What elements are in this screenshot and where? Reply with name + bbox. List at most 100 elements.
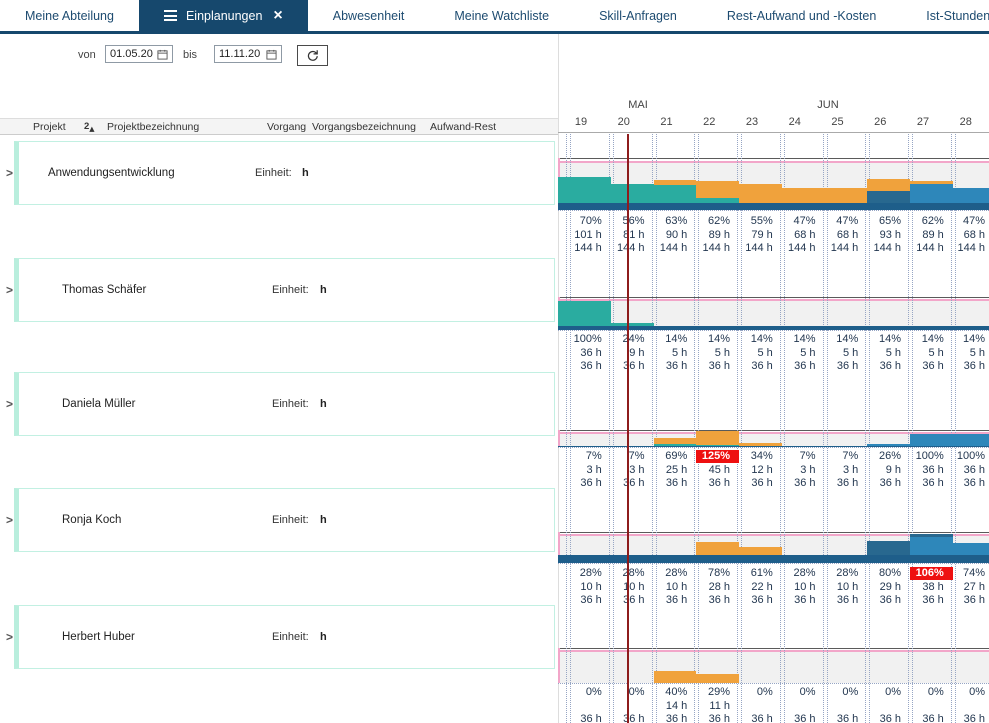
from-date-input[interactable] xyxy=(106,48,156,60)
load-bar-teal[interactable] xyxy=(696,445,739,446)
column-header-projekt[interactable]: Projekt xyxy=(33,121,66,133)
load-bar-blue[interactable] xyxy=(910,537,953,556)
load-bar-navy[interactable] xyxy=(867,446,910,447)
load-bar-orange[interactable] xyxy=(782,188,825,203)
load-bar-orange[interactable] xyxy=(739,184,782,203)
load-bar-navy[interactable] xyxy=(654,203,697,210)
load-bar-navy[interactable] xyxy=(953,555,989,563)
load-bar-orange[interactable] xyxy=(696,674,739,683)
load-bar-orange[interactable] xyxy=(696,181,739,198)
load-bar-navy[interactable] xyxy=(825,203,868,210)
load-bar-blue[interactable] xyxy=(953,543,989,555)
load-bar-blue[interactable] xyxy=(867,444,910,446)
tab-ist-stunden[interactable]: Ist-Stunden xyxy=(901,0,989,31)
load-bar-orange[interactable] xyxy=(739,443,782,447)
expand-chevron-icon[interactable]: > xyxy=(6,630,13,644)
close-tab-icon[interactable]: × xyxy=(273,8,282,24)
expand-chevron-icon[interactable]: > xyxy=(6,283,13,297)
load-bar-navy[interactable] xyxy=(910,203,953,210)
tab-skill-anfragen[interactable]: Skill-Anfragen xyxy=(574,0,702,31)
load-bar-navy[interactable] xyxy=(867,555,910,563)
load-bar-navy[interactable] xyxy=(611,555,654,563)
load-bar-orange[interactable] xyxy=(654,180,697,185)
load-bar-navy[interactable] xyxy=(611,446,654,447)
tab-abwesenheit[interactable]: Abwesenheit xyxy=(308,0,430,31)
load-bar-navy[interactable] xyxy=(910,446,953,447)
load-bar-orange[interactable] xyxy=(739,547,782,556)
to-date-field[interactable] xyxy=(214,45,282,63)
load-bar-navy[interactable] xyxy=(782,203,825,210)
load-bar-orange[interactable] xyxy=(654,438,697,444)
load-bar-navy[interactable] xyxy=(953,326,989,330)
load-bar-navy[interactable] xyxy=(739,446,782,447)
load-bar-navy[interactable] xyxy=(696,326,739,330)
tab-einplanungen[interactable]: Einplanungen× xyxy=(139,0,308,31)
calendar-icon[interactable] xyxy=(157,49,168,60)
load-bar-teal[interactable] xyxy=(558,301,611,326)
load-bar-navy[interactable] xyxy=(696,555,739,563)
load-bar-teal[interactable] xyxy=(611,323,654,326)
sort-indicator[interactable]: 2▴ xyxy=(84,121,89,132)
load-bar-navy[interactable] xyxy=(558,203,611,210)
load-bar-navy[interactable] xyxy=(654,326,697,330)
load-bar-navy[interactable] xyxy=(654,555,697,563)
load-bar-navy[interactable] xyxy=(558,446,611,447)
load-bar-navy[interactable] xyxy=(739,326,782,330)
load-bar-navy[interactable] xyxy=(910,555,953,563)
load-bar-orange[interactable] xyxy=(867,179,910,191)
load-bar-orange[interactable] xyxy=(696,542,739,556)
load-bar-blue[interactable] xyxy=(910,434,953,446)
load-bar-teal[interactable] xyxy=(558,177,611,203)
load-bar-teal[interactable] xyxy=(611,184,654,203)
load-bar-navy[interactable] xyxy=(867,203,910,210)
load-bar-navy[interactable] xyxy=(696,203,739,210)
load-bar-navy[interactable] xyxy=(953,203,989,210)
load-bar-teal[interactable] xyxy=(696,198,739,203)
planned-hours: 5 h xyxy=(953,347,989,360)
column-header-vorgangsbezeichnung[interactable]: Vorgangsbezeichnung xyxy=(312,121,416,133)
load-bar-steel[interactable] xyxy=(910,534,953,536)
load-bar-navy[interactable] xyxy=(739,203,782,210)
menu-icon[interactable] xyxy=(164,10,177,21)
tab-meine-abteilung[interactable]: Meine Abteilung xyxy=(0,0,139,31)
load-bar-navy[interactable] xyxy=(782,446,825,447)
load-bar-navy[interactable] xyxy=(558,326,611,330)
load-bar-navy[interactable] xyxy=(825,555,868,563)
column-header-projektbezeichnung[interactable]: Projektbezeichnung xyxy=(107,121,199,133)
load-bar-navy[interactable] xyxy=(867,326,910,330)
load-bar-navy[interactable] xyxy=(558,555,611,563)
column-header-aufwand-rest[interactable]: Aufwand-Rest xyxy=(430,121,496,133)
load-bar-navy[interactable] xyxy=(654,446,697,447)
load-bar-orange[interactable] xyxy=(910,181,953,184)
load-bar-navy[interactable] xyxy=(696,446,739,447)
load-bar-navy[interactable] xyxy=(910,326,953,330)
load-bar-steel[interactable] xyxy=(867,541,910,555)
load-bar-navy[interactable] xyxy=(611,203,654,210)
to-date-input[interactable] xyxy=(215,48,265,60)
load-bar-orange[interactable] xyxy=(654,671,697,683)
expand-chevron-icon[interactable]: > xyxy=(6,166,13,180)
load-bar-navy[interactable] xyxy=(611,326,654,330)
refresh-button[interactable] xyxy=(297,45,328,66)
load-bar-orange[interactable] xyxy=(825,188,868,203)
calendar-icon[interactable] xyxy=(266,49,277,60)
load-bar-navy[interactable] xyxy=(825,326,868,330)
load-bar-navy[interactable] xyxy=(953,446,989,447)
load-bar-teal[interactable] xyxy=(654,444,697,446)
load-bar-navy[interactable] xyxy=(782,326,825,330)
expand-chevron-icon[interactable]: > xyxy=(6,513,13,527)
tab-rest-aufwand-und-kosten[interactable]: Rest-Aufwand und -Kosten xyxy=(702,0,901,31)
load-bar-navy[interactable] xyxy=(825,446,868,447)
load-bar-navy[interactable] xyxy=(739,555,782,563)
load-bar-steel[interactable] xyxy=(867,191,910,203)
tab-meine-watchliste[interactable]: Meine Watchliste xyxy=(429,0,574,31)
load-bar-navy[interactable] xyxy=(782,555,825,563)
load-bar-orange[interactable] xyxy=(696,431,739,445)
load-bar-blue[interactable] xyxy=(953,434,989,446)
load-bar-teal[interactable] xyxy=(654,185,697,203)
load-bar-blue[interactable] xyxy=(953,188,989,203)
load-bar-blue[interactable] xyxy=(910,184,953,203)
column-header-vorgang[interactable]: Vorgang xyxy=(267,121,306,133)
from-date-field[interactable] xyxy=(105,45,173,63)
expand-chevron-icon[interactable]: > xyxy=(6,397,13,411)
